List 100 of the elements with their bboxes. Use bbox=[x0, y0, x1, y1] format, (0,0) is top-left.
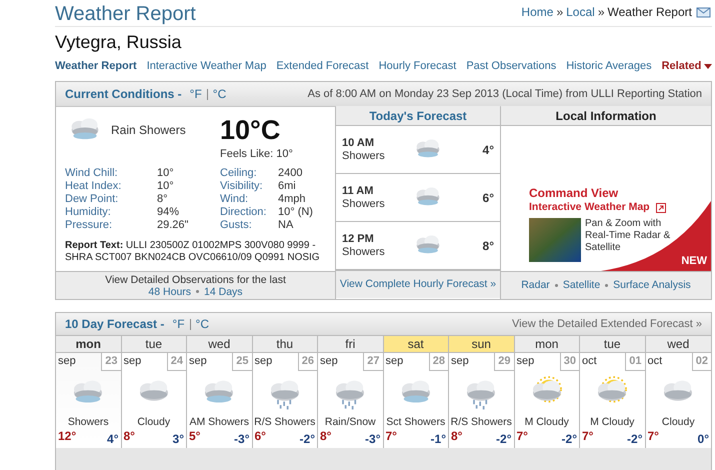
high-temp: 6° bbox=[254, 429, 266, 445]
nav-link[interactable]: Historic Averages bbox=[566, 58, 652, 74]
extended-forecast-link[interactable]: View the Detailed Extended Forecast » bbox=[512, 316, 702, 332]
day-month: sep bbox=[188, 354, 207, 369]
panel-title: 10 Day Forecast - bbox=[65, 316, 164, 333]
page-title: Weather Report bbox=[55, 2, 196, 26]
detail-label: Dew Point: bbox=[65, 192, 120, 206]
day-date: 30 bbox=[560, 353, 579, 371]
low-temp: -3° bbox=[234, 432, 250, 446]
day-month: sep bbox=[122, 354, 142, 369]
detail-value: 10° bbox=[157, 180, 175, 192]
ad-subtitle: Interactive Weather Map bbox=[529, 200, 650, 215]
detail-label: Pressure: bbox=[65, 218, 114, 232]
breadcrumb-link[interactable]: Weather Report bbox=[608, 3, 692, 21]
high-temp: 8° bbox=[320, 429, 332, 445]
low-temp: -3° bbox=[365, 432, 380, 446]
day-month: oct bbox=[581, 354, 597, 369]
day-condition: M Cloudy bbox=[589, 415, 636, 429]
forecast-temp: 6° bbox=[482, 190, 494, 206]
detail-value: NA bbox=[278, 218, 294, 232]
day-name: mon bbox=[514, 335, 579, 353]
day-name: tue bbox=[122, 335, 186, 353]
current-temperature: 10°C bbox=[220, 115, 282, 145]
forecast-condition: Showers bbox=[342, 198, 386, 210]
high-temp: 5° bbox=[189, 429, 200, 445]
low-temp: 0° bbox=[698, 432, 709, 446]
map-link[interactable]: Surface Analysis bbox=[613, 278, 691, 294]
detail-value: 10° (N) bbox=[278, 206, 313, 218]
caret-icon bbox=[704, 64, 712, 68]
low-temp: 3° bbox=[172, 432, 184, 446]
day-name: wed bbox=[646, 335, 711, 353]
day-name: mon bbox=[56, 335, 120, 353]
nav-link[interactable]: Hourly Forecast bbox=[378, 58, 456, 74]
day-name: sat bbox=[384, 335, 448, 353]
day-month: sep bbox=[319, 354, 338, 369]
day-date: 24 bbox=[166, 353, 186, 371]
high-temp: 7° bbox=[386, 429, 397, 445]
day-month: sep bbox=[516, 354, 534, 369]
detail-label: Heat Index: bbox=[65, 180, 122, 192]
detail-value: 2400 bbox=[278, 166, 304, 180]
nav-link[interactable]: Extended Forecast bbox=[276, 58, 369, 74]
detail-value: 10° bbox=[157, 166, 175, 180]
observation-time: As of 8:00 AM on Monday 23 Sep 2013 (Local Time) from ULLI Reporting Station bbox=[308, 86, 702, 102]
new-label: NEW bbox=[681, 254, 707, 268]
day-date: 29 bbox=[494, 353, 514, 371]
low-temp: -1° bbox=[430, 432, 446, 446]
nav-link[interactable]: Weather Report bbox=[55, 58, 137, 74]
unit-link[interactable]: °C bbox=[212, 85, 226, 103]
day-condition: Showers bbox=[66, 415, 110, 429]
related-menu[interactable]: Related bbox=[662, 58, 712, 74]
map-link[interactable]: Satellite bbox=[562, 278, 600, 294]
day-date: 28 bbox=[428, 353, 448, 371]
detail-label: Humidity: bbox=[65, 206, 112, 218]
detail-label: Ceiling: bbox=[220, 166, 258, 180]
ad-title: Command View bbox=[529, 186, 620, 200]
forecast-condition: Showers bbox=[342, 246, 386, 258]
day-month: sep bbox=[254, 354, 272, 369]
high-temp: 7° bbox=[582, 429, 594, 445]
column-header: Local Information bbox=[501, 106, 711, 126]
forecast-condition: Showers bbox=[342, 150, 386, 162]
high-temp: 8° bbox=[451, 429, 462, 445]
day-condition: AM Showers bbox=[188, 415, 250, 429]
low-temp: -2° bbox=[300, 432, 315, 446]
breadcrumb-separator: » bbox=[598, 4, 604, 21]
low-temp: -2° bbox=[496, 432, 512, 446]
forecast-temp: 4° bbox=[482, 142, 494, 158]
day-condition: Cloudy bbox=[136, 415, 172, 429]
detail-value: 8° bbox=[157, 192, 169, 206]
day-condition: Cloudy bbox=[660, 415, 696, 429]
map-link[interactable]: Radar bbox=[521, 278, 550, 294]
forecast-time: 10 AM bbox=[342, 136, 375, 150]
email-icon[interactable] bbox=[696, 5, 712, 19]
unit-link[interactable]: °F bbox=[190, 85, 202, 103]
forecast-time: 12 PM bbox=[342, 232, 375, 246]
low-temp: 4° bbox=[107, 432, 118, 446]
day-date: 25 bbox=[232, 353, 252, 371]
day-month: sep bbox=[450, 354, 469, 369]
unit-link[interactable]: °F bbox=[172, 315, 185, 333]
day-name: fri bbox=[318, 335, 382, 353]
day-month: sep bbox=[57, 354, 76, 369]
day-date: 01 bbox=[625, 353, 644, 371]
day-name: wed bbox=[187, 335, 252, 353]
footer-link[interactable]: 14 Days bbox=[204, 286, 243, 298]
forecast-temp: 8° bbox=[482, 238, 494, 254]
footer-link[interactable]: 48 Hours bbox=[148, 286, 192, 298]
day-month: sep bbox=[384, 354, 404, 369]
day-date: 26 bbox=[298, 353, 317, 371]
day-condition: M Cloudy bbox=[524, 415, 570, 429]
detail-label: Gusts: bbox=[220, 218, 253, 232]
breadcrumb-link[interactable]: Home bbox=[521, 3, 554, 21]
nav-link[interactable]: Interactive Weather Map bbox=[146, 58, 266, 74]
day-condition: Sct Showers bbox=[385, 415, 446, 429]
day-name: thu bbox=[252, 335, 317, 353]
external-link-icon bbox=[656, 202, 666, 213]
unit-link[interactable]: °C bbox=[196, 315, 209, 333]
nav-link[interactable]: Past Observations bbox=[466, 58, 556, 74]
map-thumbnail bbox=[529, 218, 581, 262]
detail-label: Visibility: bbox=[220, 180, 264, 192]
breadcrumb-link[interactable]: Local bbox=[566, 3, 595, 21]
detail-value: 4mph bbox=[278, 192, 307, 206]
